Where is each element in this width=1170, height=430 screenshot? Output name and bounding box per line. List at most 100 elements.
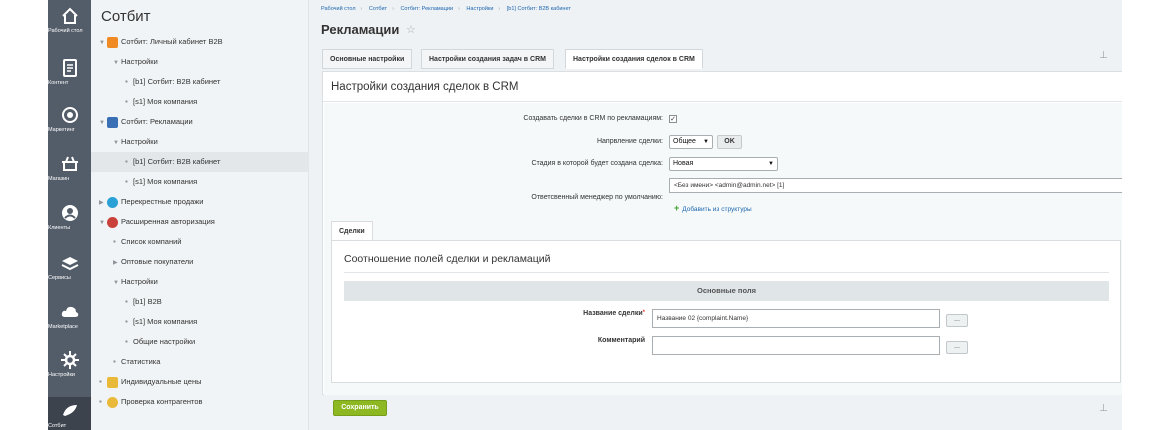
bullet-icon: ▪ (99, 377, 102, 386)
layers-icon (61, 257, 78, 271)
settings-panel: Настройки создания сделок в CRM ▼ Создав… (322, 71, 1122, 395)
rail-label: Магазин (48, 176, 70, 182)
add-from-structure-label: Добавить из структуры (682, 206, 752, 213)
tree-item-label: [s1] Моя компания (133, 97, 198, 106)
home-icon (61, 7, 78, 24)
tree-title: Сотбит (101, 8, 151, 25)
rail-label: Клиенты (48, 225, 71, 231)
breadcrumb-link[interactable]: Сотбит (369, 6, 387, 12)
tree-item[interactable]: ▪ [s1] Моя компания (125, 92, 197, 112)
chevron-down-icon: ▼ (113, 280, 119, 286)
manager-field[interactable]: <Без имени> <admin@admin.net> [1] (669, 178, 1122, 193)
tree-item[interactable]: ▼ Расширенная авторизация (99, 212, 215, 232)
tree-item[interactable]: ▼ Настройки (113, 52, 158, 72)
form-area: Создавать сделки в CRM по рекламациям: ✓… (324, 103, 1122, 395)
pin-icon[interactable]: ⊥ (1099, 50, 1108, 61)
tab-main-settings[interactable]: Основные настройки (322, 49, 413, 69)
bullet-icon: ▪ (113, 237, 116, 246)
rail-item-settings[interactable]: Настройки (48, 350, 91, 386)
tree-item[interactable]: ▼ Сотбит: Личный кабинет B2B (99, 32, 223, 52)
bullet-icon: ▪ (125, 177, 128, 186)
chevron-down-icon: ▼ (99, 40, 105, 46)
tree-item-label: Индивидуальные цены (121, 377, 202, 386)
rail-item-marketing[interactable]: Маркетинг (48, 105, 91, 141)
tree-item[interactable]: ▶ Оптовые покупатели (113, 252, 193, 272)
admin-page: Рабочий стол Контент Маркетинг Магазин К… (48, 0, 1122, 430)
cross-sales-module-icon (107, 196, 118, 208)
stage-value: Новая (673, 160, 694, 167)
rail-item-services[interactable]: Сервисы (48, 253, 91, 289)
tree-item[interactable]: ▪ Статистика (113, 352, 160, 372)
chevron-down-icon: ▼ (113, 60, 119, 66)
tree-item[interactable]: ▼ Сотбит: Рекламации (99, 112, 193, 132)
bullet-icon: ▪ (125, 97, 128, 106)
section-header: Основные поля (344, 281, 1109, 301)
tree-item[interactable]: ▼ Настройки (113, 272, 158, 292)
tree-item[interactable]: ▪ [b1] B2B (125, 292, 162, 312)
tree-item[interactable]: ▪ [s1] Моя компания (125, 172, 197, 192)
chevron-down-icon: ▼ (113, 140, 119, 146)
tree-item[interactable]: ▪ Индивидуальные цены (99, 372, 201, 392)
bullet-icon: ▪ (125, 157, 128, 166)
bullet-icon: ▪ (113, 357, 116, 366)
tree-item-label: Сотбит: Рекламации (121, 117, 193, 126)
rail-item-marketplace[interactable]: Marketplace (48, 302, 91, 338)
tree-item-label: Статистика (121, 357, 161, 366)
deal-name-label: Название сделки* (583, 310, 645, 317)
breadcrumb-separator-icon: › (360, 6, 363, 12)
rail-item-content[interactable]: Контент (48, 58, 91, 94)
add-from-structure-link[interactable]: + Добавить из структуры (674, 203, 752, 213)
tree-item-label: [b1] Сотбит: B2B кабинет (133, 157, 221, 166)
direction-select[interactable]: Общее ▼ (669, 135, 713, 149)
tab-deals[interactable]: Сделки (331, 221, 373, 241)
bullet-icon: ▪ (125, 77, 128, 86)
breadcrumb-link[interactable]: Рабочий стол (321, 6, 356, 12)
rail-item-desktop[interactable]: Рабочий стол (48, 6, 91, 46)
breadcrumb-link[interactable]: Сотбит: Рекламации (400, 6, 453, 12)
comment-field[interactable] (652, 336, 940, 355)
deal-name-picker-button[interactable]: ... (946, 314, 968, 327)
rail-item-clients[interactable]: Клиенты (48, 203, 91, 239)
tree-item-label: Перекрестные продажи (121, 197, 204, 206)
b2b-module-icon (107, 36, 118, 48)
tree-item[interactable]: ▪ Список компаний (113, 232, 181, 252)
rail-label: Маркетинг (48, 127, 75, 133)
tree-item[interactable]: ▶ Перекрестные продажи (99, 192, 204, 212)
chevron-down-icon: ▼ (703, 139, 709, 145)
rail-label: Рабочий стол (48, 28, 83, 34)
tree-item-selected[interactable]: ▪ [b1] Сотбит: B2B кабинет (91, 152, 309, 172)
tab-crm-tasks[interactable]: Настройки создания задач в CRM (421, 49, 554, 69)
direction-value: Общее (673, 138, 696, 145)
rail-item-shop[interactable]: Магазин (48, 154, 91, 190)
breadcrumb-link[interactable]: [b1] Сотбит: B2B кабинет (507, 6, 571, 12)
deal-name-field[interactable]: Название 02 {complaint.Name} (652, 309, 940, 328)
breadcrumb-separator-icon: › (498, 6, 501, 12)
divider (344, 272, 1109, 273)
panel-title: Настройки создания сделок в CRM (331, 81, 519, 93)
bullet-icon: ▪ (125, 337, 128, 346)
tab-crm-deals[interactable]: Настройки создания сделок в CRM (565, 49, 703, 69)
tree-item[interactable]: ▪ [s1] Моя компания (125, 312, 197, 332)
prices-module-icon (107, 376, 118, 388)
left-rail: Рабочий стол Контент Маркетинг Магазин К… (48, 0, 91, 430)
tree-item[interactable]: ▪ [b1] Сотбит: B2B кабинет (125, 72, 220, 92)
bullet-icon: ▪ (125, 297, 128, 306)
ok-button[interactable]: OK (717, 135, 742, 149)
breadcrumb: Рабочий стол › Сотбит › Сотбит: Рекламации… (321, 6, 571, 12)
main-content: Рабочий стол › Сотбит › Сотбит: Рекламации… (310, 0, 1122, 430)
tree-item-label: [b1] Сотбит: B2B кабинет (133, 77, 221, 86)
comment-picker-button[interactable]: ... (946, 341, 968, 354)
create-deals-checkbox[interactable]: ✓ (669, 115, 677, 123)
stage-select[interactable]: Новая ▼ (669, 157, 778, 171)
rail-item-sotbit[interactable]: Сотбит (48, 397, 91, 430)
tree-item[interactable]: ▪ Проверка контрагентов (99, 392, 203, 412)
tree-item[interactable]: ▼ Настройки (113, 132, 158, 152)
favorite-star-icon[interactable]: ☆ (406, 23, 416, 36)
tree-item[interactable]: ▪ Общие настройки (125, 332, 195, 352)
breadcrumb-link[interactable]: Настройки (466, 6, 493, 12)
tree-item-label: [b1] B2B (133, 297, 162, 306)
tree-item-label: Общие настройки (133, 337, 196, 346)
save-button[interactable]: Сохранить (333, 400, 387, 416)
rail-label: Настройки (48, 372, 75, 378)
pin-icon[interactable]: ⊥ (1099, 403, 1108, 414)
